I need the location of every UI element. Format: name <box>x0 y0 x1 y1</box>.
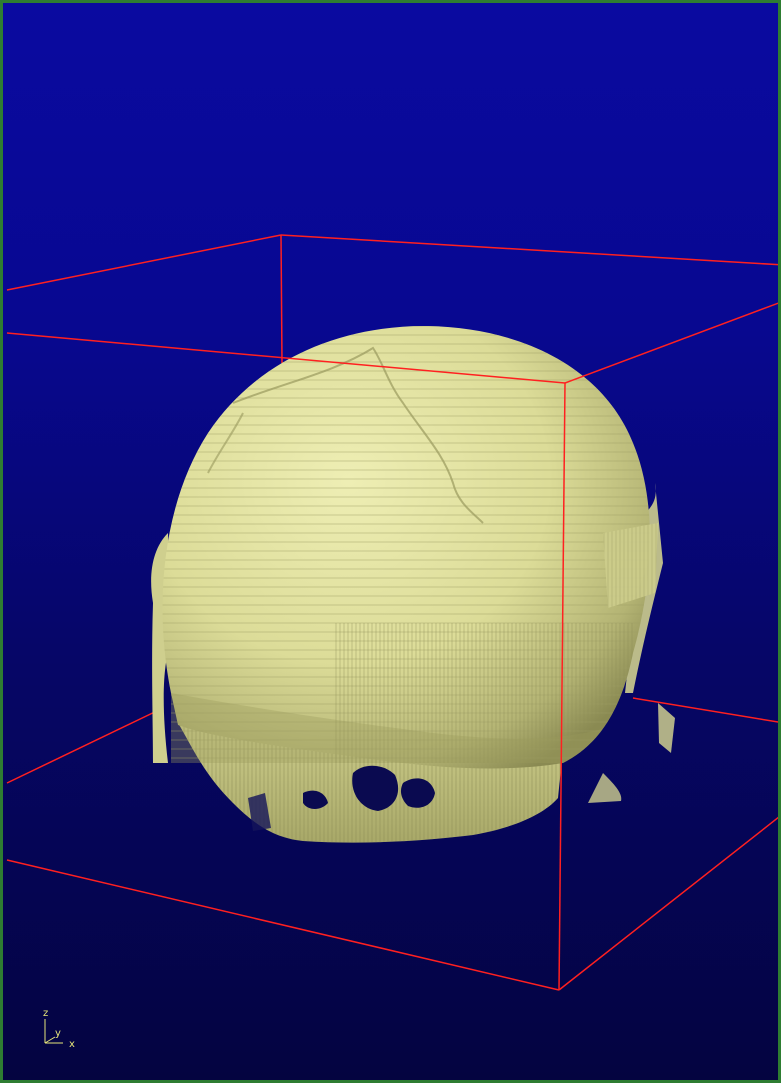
render-viewport[interactable]: z y x <box>0 0 781 1083</box>
axis-z-label: z <box>43 1008 48 1019</box>
3d-scene[interactable] <box>3 3 781 1083</box>
orientation-axes: z y x <box>43 1008 75 1050</box>
axis-y-label: y <box>55 1028 61 1039</box>
skull-cranium <box>162 325 658 769</box>
axis-x-label: x <box>69 1039 75 1050</box>
